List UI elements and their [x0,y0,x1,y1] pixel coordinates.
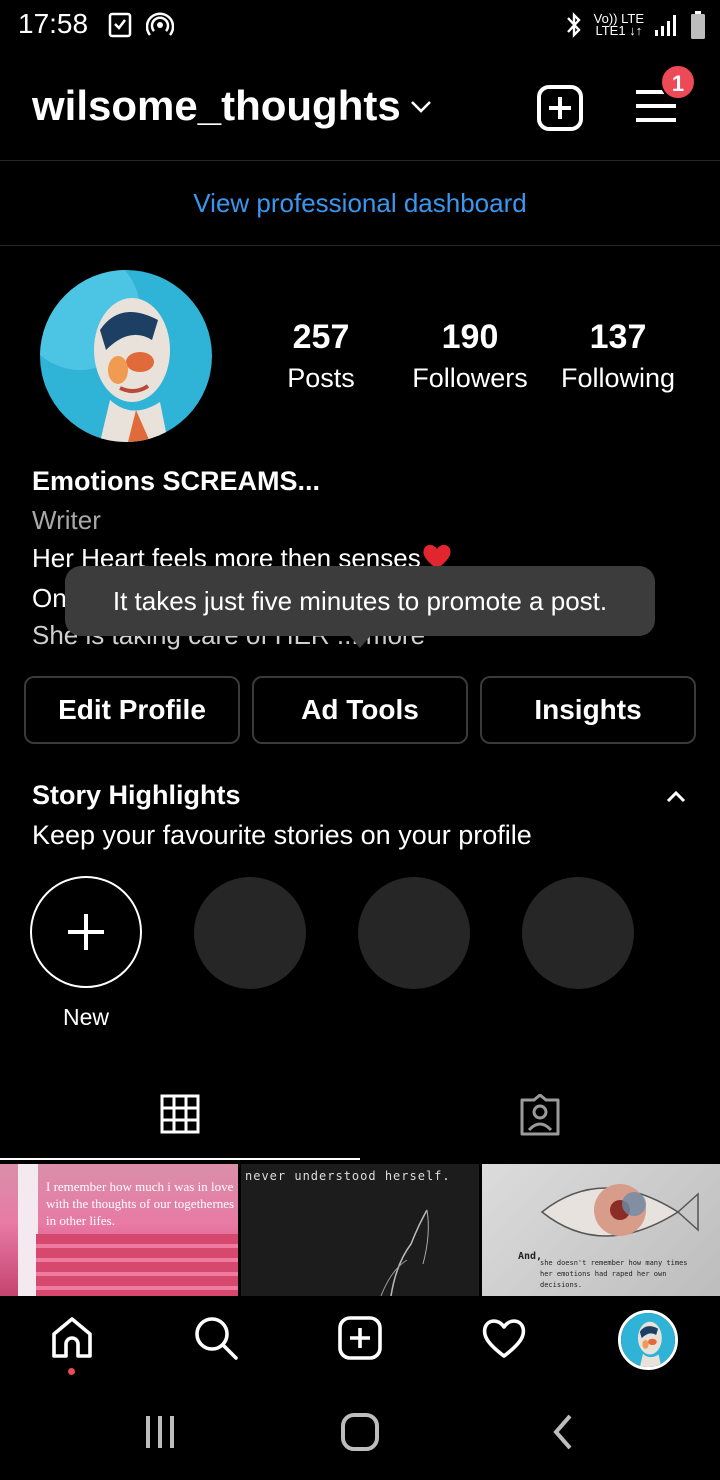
tagged-person-icon [520,1094,560,1136]
thumb-caption-a: And, [518,1251,543,1262]
promote-tooltip[interactable]: It takes just five minutes to promote a … [65,566,655,636]
edit-profile-button[interactable]: Edit Profile [24,676,240,744]
recent-apps-icon[interactable] [140,1412,180,1452]
post-thumbnail[interactable]: I remember how much i was in love with t… [0,1164,238,1296]
active-tab-indicator [0,1158,360,1160]
new-highlight-label: New [62,1004,109,1030]
status-left-icons [108,11,174,39]
home-activity-dot [68,1368,75,1375]
thumb-line-art [380,1209,429,1296]
profile-tab-avatar[interactable] [618,1310,678,1370]
following-label: Following [560,363,676,393]
tab-posts-grid[interactable] [0,1070,360,1160]
back-icon[interactable] [548,1412,578,1452]
signal-icon [655,15,676,36]
tab-tagged[interactable] [360,1070,720,1160]
avatar-painting [40,270,212,442]
profile-category: Writer [32,505,101,535]
posts-label: Posts [287,363,355,393]
network-type-bottom: LTE1 ↓↑ [595,23,643,38]
heart-icon[interactable] [480,1314,528,1362]
insights-button[interactable]: Insights [480,676,696,744]
create-icon[interactable] [336,1314,384,1362]
story-highlights-subtitle: Keep your favourite stories on your prof… [32,820,532,850]
bluetooth-icon [566,12,581,38]
plus-icon [68,914,104,950]
post-thumbnail[interactable]: And, she doesn't remember how many times… [482,1164,720,1296]
profile-header: wilsome_thoughts 1 [0,60,720,156]
display-name: Emotions SCREAMS... [32,466,321,496]
search-icon[interactable] [192,1314,240,1362]
divider [0,160,720,161]
home-icon[interactable] [48,1314,96,1362]
posts-stat[interactable]: 257 Posts [246,318,396,394]
username[interactable]: wilsome_thoughts [32,82,401,130]
chevron-down-icon[interactable] [408,96,434,116]
notification-badge: 1 [660,64,696,100]
home-button-icon[interactable] [340,1412,380,1452]
thumb-stripe [18,1164,38,1296]
story-highlights-title: Story Highlights [32,780,241,810]
highlight-placeholder [522,877,634,989]
status-right-icons: Vo)) LTE LTE1 ↓↑ [564,10,706,40]
post-thumbnail[interactable]: never understood herself. [241,1164,479,1296]
ad-tools-button[interactable]: Ad Tools [252,676,468,744]
hotspot-icon [146,12,174,36]
following-stat[interactable]: 137 Following [543,318,693,394]
bio-line-2: On [32,583,67,613]
create-post-icon[interactable] [536,84,584,132]
followers-count: 190 [441,318,499,356]
highlight-placeholder [194,877,306,989]
posts-count: 257 [292,318,350,356]
avatar-painting-small [621,1313,675,1367]
grid-icon [160,1094,200,1134]
profile-avatar[interactable] [40,270,212,442]
system-nav-bar [0,1384,720,1480]
new-highlight-button[interactable] [30,876,142,988]
thumb-caption-b: she doesn't remember how many times her … [540,1259,688,1289]
highlight-placeholder [358,877,470,989]
network-type: Vo)) LTE LTE1 ↓↑ [594,12,644,38]
following-count: 137 [589,318,647,356]
view-dashboard-link[interactable]: View professional dashboard [0,162,720,244]
followers-stat[interactable]: 190 Followers [395,318,545,394]
status-bar: 17:58 Vo)) LTE LTE1 ↓↑ [0,0,720,52]
notification-box-icon [108,12,132,38]
status-time: 17:58 [18,8,89,39]
chevron-up-icon[interactable] [664,788,688,806]
thumb-caption: I remember how much i was in love with t… [46,1179,235,1228]
tooltip-tail [348,634,372,648]
battery-icon [691,11,705,39]
followers-label: Followers [412,363,528,393]
bottom-nav [0,1296,720,1384]
divider [0,245,720,246]
thumb-stairs [36,1234,238,1296]
